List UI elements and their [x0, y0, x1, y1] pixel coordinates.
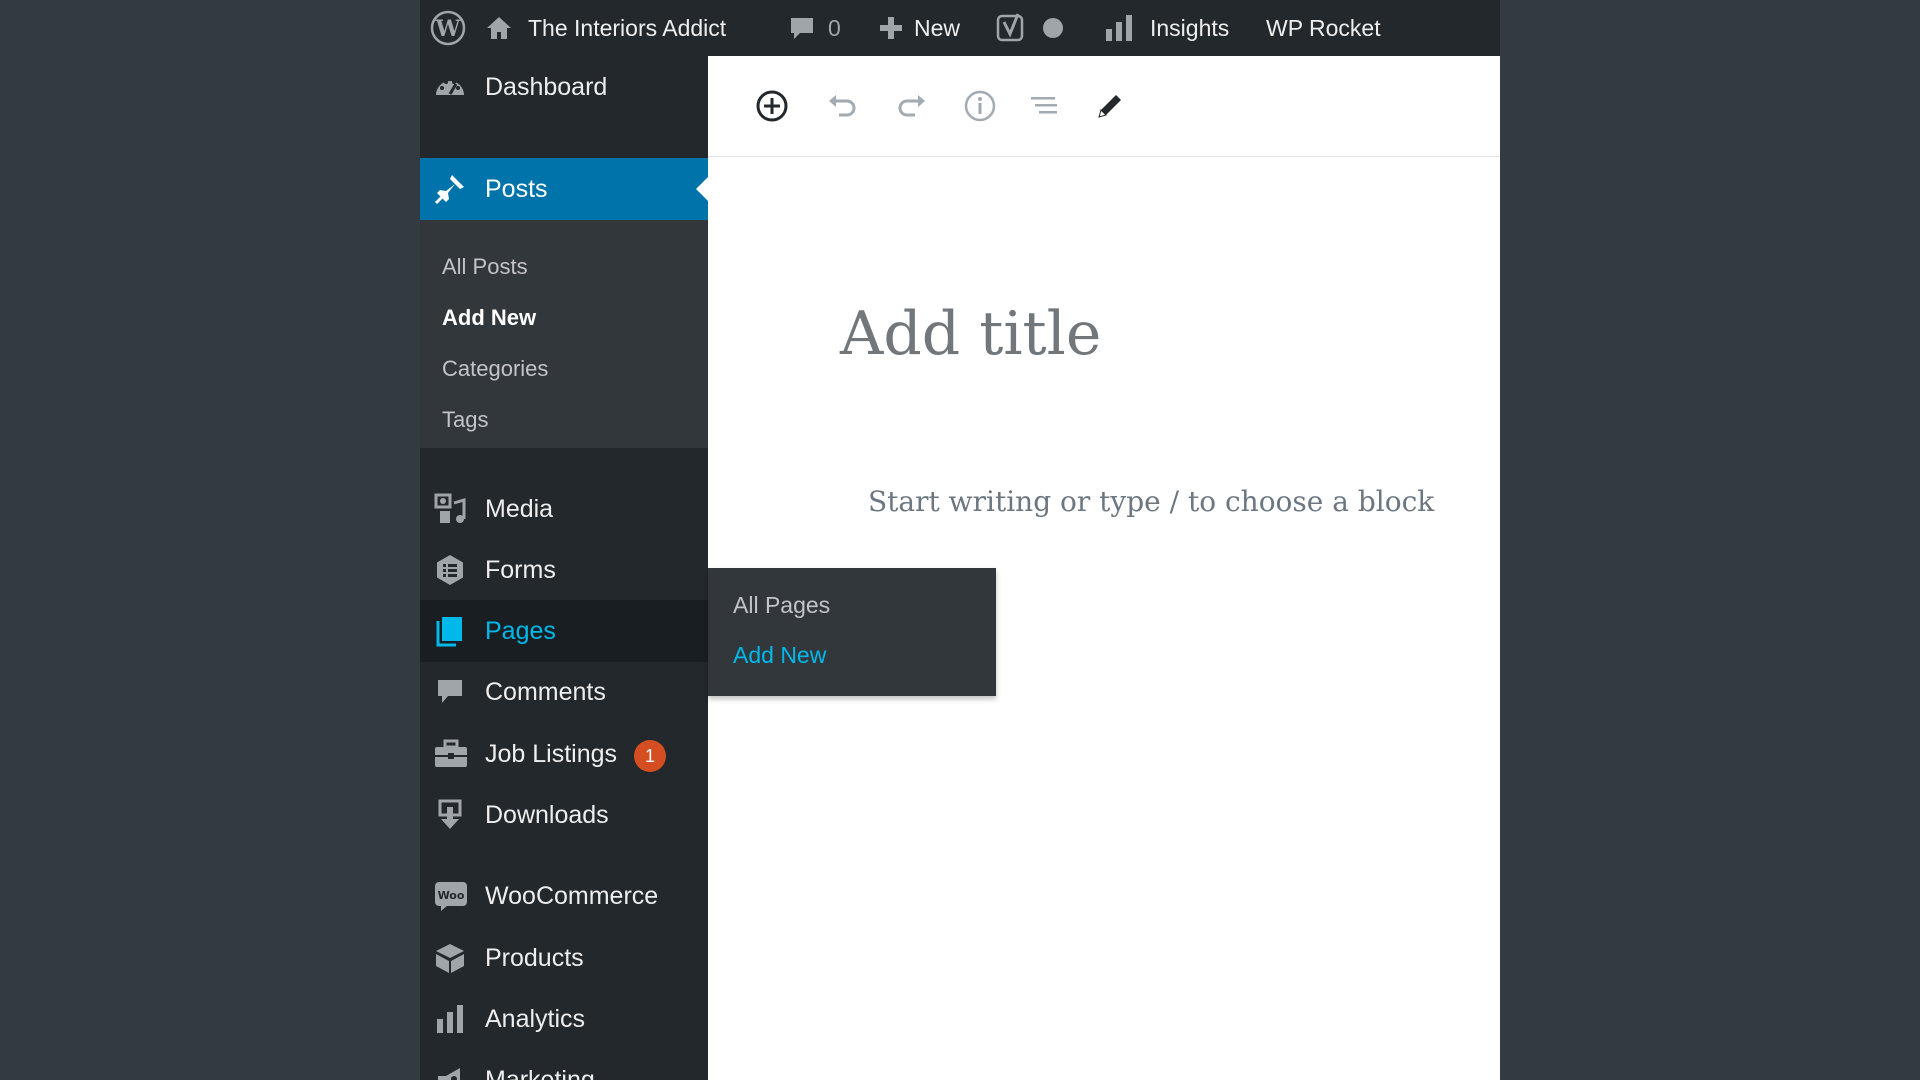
media-icon [434, 493, 466, 525]
site-name: The Interiors Addict [528, 14, 727, 41]
admin-bar: W The Interiors Addict 0 New Insights WP… [420, 0, 1500, 56]
current-menu-arrow [696, 177, 708, 201]
menu-item-job-listings[interactable]: Job Listings 1 [420, 723, 708, 785]
default-block-appender[interactable]: Start writing or type / to choose a bloc… [868, 485, 1434, 518]
menu-label-woocommerce: WooCommerce [485, 881, 659, 910]
menu-item-woocommerce[interactable]: Woo WooCommerce [420, 865, 708, 927]
products-box-icon [434, 942, 466, 974]
menu-label-comments: Comments [485, 677, 606, 706]
menu-item-forms[interactable]: Forms [420, 539, 708, 601]
flyout-all-pages[interactable]: All Pages [733, 592, 830, 619]
admin-sidebar: Dashboard Posts All Posts Add New Catego… [420, 56, 708, 1080]
svg-text:Woo: Woo [438, 889, 465, 902]
plus-icon [878, 15, 904, 41]
menu-label-posts: Posts [485, 174, 548, 203]
menu-item-comments[interactable]: Comments [420, 661, 708, 723]
menu-label-downloads: Downloads [485, 800, 609, 829]
analytics-chart-icon [434, 1003, 466, 1035]
comments-count: 0 [828, 14, 841, 41]
download-icon [434, 799, 466, 831]
submenu-all-posts[interactable]: All Posts [442, 254, 528, 280]
menu-label-dashboard: Dashboard [485, 72, 608, 101]
posts-submenu: All Posts Add New Categories Tags [420, 220, 708, 448]
comment-icon [434, 676, 466, 708]
menu-item-analytics[interactable]: Analytics [420, 988, 708, 1050]
wordpress-window: W The Interiors Addict 0 New Insights WP… [420, 0, 1500, 1080]
wp-rocket-link[interactable]: WP Rocket [1266, 0, 1381, 56]
forms-icon [434, 554, 466, 586]
menu-item-media[interactable]: Media [420, 478, 708, 540]
home-icon [484, 13, 514, 43]
pushpin-icon [434, 173, 466, 205]
megaphone-icon [434, 1064, 466, 1080]
info-icon[interactable] [960, 86, 1000, 126]
yoast-icon [996, 12, 1028, 44]
bar-chart-icon [1104, 13, 1136, 43]
menu-label-pages: Pages [485, 616, 556, 645]
submenu-add-new-post[interactable]: Add New [442, 305, 536, 331]
briefcase-icon [434, 738, 467, 770]
redo-icon[interactable] [892, 86, 932, 126]
menu-label-job-listings: Job Listings [485, 739, 618, 768]
menu-label-media: Media [485, 494, 554, 523]
pages-flyout-submenu: All Pages Add New [708, 568, 996, 696]
menu-item-marketing[interactable]: Marketing [420, 1049, 708, 1080]
insights-label: Insights [1150, 14, 1230, 41]
edit-pencil-icon[interactable] [1090, 86, 1130, 126]
menu-item-downloads[interactable]: Downloads [420, 784, 708, 846]
woocommerce-icon: Woo [434, 880, 467, 912]
outline-icon[interactable] [1024, 86, 1064, 126]
new-content-link[interactable]: New [878, 0, 960, 56]
menu-label-analytics: Analytics [485, 1004, 586, 1033]
pages-icon [434, 615, 466, 647]
menu-item-products[interactable]: Products [420, 927, 708, 989]
menu-label-marketing: Marketing [485, 1065, 595, 1080]
menu-label-products: Products [485, 943, 584, 972]
status-dot-icon [1042, 17, 1064, 39]
wp-rocket-label: WP Rocket [1266, 14, 1381, 41]
submenu-categories[interactable]: Categories [442, 356, 548, 382]
post-title-input[interactable]: Add title [840, 299, 1101, 369]
wordpress-logo-icon[interactable]: W [430, 0, 466, 56]
comments-link[interactable]: 0 [788, 0, 841, 56]
new-label: New [914, 14, 961, 41]
undo-icon[interactable] [822, 86, 862, 126]
svg-text:W: W [435, 16, 461, 42]
menu-label-forms: Forms [485, 555, 556, 584]
menu-item-posts[interactable]: Posts [420, 158, 708, 220]
job-listings-count-badge: 1 [634, 740, 666, 772]
menu-item-dashboard[interactable]: Dashboard [420, 56, 708, 118]
submenu-tags[interactable]: Tags [442, 407, 488, 433]
add-block-icon[interactable] [752, 86, 792, 126]
yoast-link[interactable] [996, 0, 1064, 56]
dashboard-gauge-icon [434, 71, 466, 103]
comment-bubble-icon [788, 14, 816, 42]
insights-link[interactable]: Insights [1104, 0, 1229, 56]
editor-toolbar [708, 56, 1500, 157]
menu-item-pages[interactable]: Pages [420, 600, 708, 662]
site-name-link[interactable]: The Interiors Addict [484, 0, 726, 56]
flyout-add-new-page[interactable]: Add New [733, 642, 826, 669]
